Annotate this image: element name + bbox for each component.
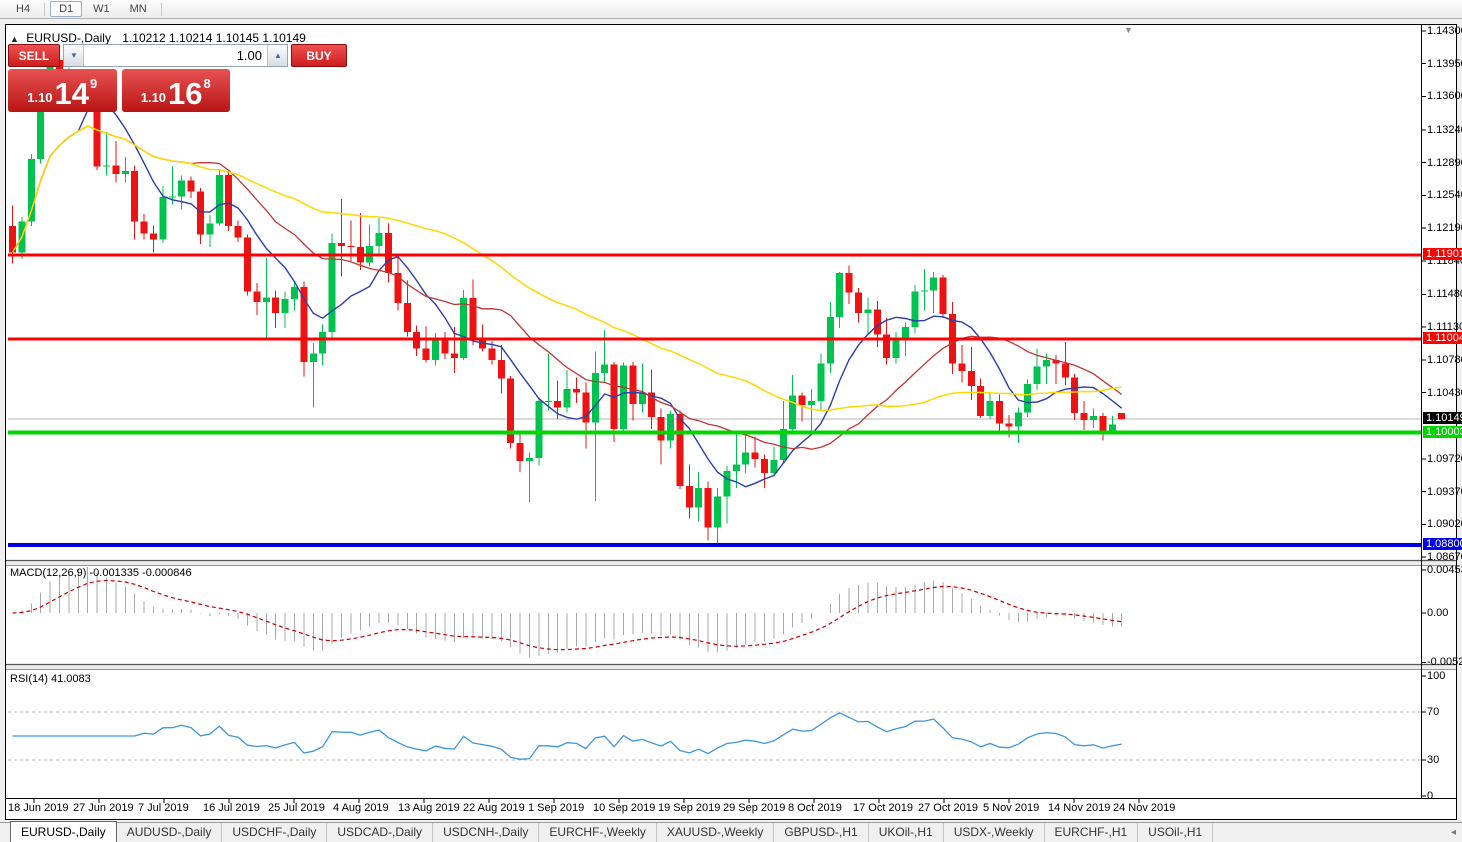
date-axis-label: 13 Aug 2019 — [398, 802, 460, 814]
one-click-trading-panel: SELL ▼ ▲ BUY 1.10 14 9 1.10 16 8 — [8, 44, 230, 112]
date-axis-label: 5 Nov 2019 — [983, 802, 1039, 814]
date-axis-label: 17 Oct 2019 — [853, 802, 913, 814]
price-marker-label: 1.10149 — [1423, 412, 1462, 424]
buy-button[interactable]: BUY — [291, 44, 347, 67]
price-axis-label: 1.09370 — [1427, 486, 1462, 498]
price-axis-label: 1.09020 — [1427, 518, 1462, 530]
date-axis-label: 22 Aug 2019 — [463, 802, 525, 814]
date-axis-label: 14 Nov 2019 — [1048, 802, 1110, 814]
chart-tab-audusd-daily[interactable]: AUDUSD-,Daily — [117, 823, 223, 842]
chart-tab-usdcnh-daily[interactable]: USDCNH-,Daily — [433, 823, 539, 842]
chart-shift-marker-icon[interactable]: ▼ — [1124, 25, 1133, 35]
date-axis-label: 16 Jul 2019 — [203, 802, 260, 814]
macd-axis-label: -0.005205 — [1427, 656, 1462, 668]
chart-tab-eurusd-daily[interactable]: EURUSD-,Daily — [10, 821, 117, 842]
date-axis-label: 27 Jun 2019 — [73, 802, 134, 814]
chart-window[interactable] — [5, 24, 1457, 820]
sell-price-box[interactable]: 1.10 14 9 — [8, 69, 117, 112]
price-axis-label: 1.13950 — [1427, 58, 1462, 70]
price-axis-label: 1.08670 — [1427, 551, 1462, 563]
price-marker-label: 1.11901 — [1423, 248, 1462, 260]
timeframe-button-w1[interactable]: W1 — [84, 1, 119, 17]
symbol-period-label: EURUSD-,Daily — [26, 31, 111, 45]
date-axis-label: 29 Sep 2019 — [723, 802, 785, 814]
timeframe-toolbar: H4 D1W1MN — [0, 0, 1462, 19]
price-axis-label: 1.09720 — [1427, 453, 1462, 465]
timeframe-button-h4[interactable]: H4 — [7, 1, 39, 17]
price-axis-label: 1.12890 — [1427, 157, 1462, 169]
price-marker-label: 1.08800 — [1423, 538, 1462, 550]
macd-axis-label: 0.00 — [1427, 607, 1448, 619]
macd-label: MACD(12,26,9) -0.001335 -0.000846 — [10, 567, 192, 579]
chart-tab-usoil-h1[interactable]: USOil-,H1 — [1138, 823, 1213, 842]
volume-stepper: ▼ ▲ — [63, 44, 288, 67]
sell-price-big: 14 — [55, 79, 89, 109]
date-axis-label: 10 Sep 2019 — [593, 802, 655, 814]
chart-tab-xauusd-weekly[interactable]: XAUUSD-,Weekly — [657, 823, 774, 842]
date-axis-label: 19 Sep 2019 — [658, 802, 720, 814]
date-axis-label: 25 Jul 2019 — [268, 802, 325, 814]
date-axis-label: 1 Sep 2019 — [528, 802, 584, 814]
chart-tab-bar: EURUSD-,DailyAUDUSD-,DailyUSDCHF-,DailyU… — [0, 822, 1462, 842]
price-axis-label: 1.12540 — [1427, 189, 1462, 201]
macd-axis-label: 0.004536 — [1427, 564, 1462, 576]
timeframe-button-mn[interactable]: MN — [121, 1, 156, 17]
price-axis-label: 1.12190 — [1427, 222, 1462, 234]
sell-button[interactable]: SELL — [8, 44, 60, 67]
chart-tab-usdcad-daily[interactable]: USDCAD-,Daily — [327, 823, 433, 842]
sell-price-prefix: 1.10 — [27, 90, 52, 105]
price-axis-label: 1.13240 — [1427, 124, 1462, 136]
timeframe-button-d1[interactable]: D1 — [50, 1, 82, 17]
chart-tab-usdx-weekly[interactable]: USDX-,Weekly — [944, 823, 1045, 842]
price-axis-label: 1.13600 — [1427, 90, 1462, 102]
date-axis-label: 7 Jul 2019 — [138, 802, 189, 814]
price-marker-label: 1.10003 — [1423, 426, 1462, 438]
volume-increase-icon[interactable]: ▲ — [267, 45, 287, 66]
chart-tab-gbpusd-h1[interactable]: GBPUSD-,H1 — [774, 823, 868, 842]
buy-price-big: 16 — [168, 79, 202, 109]
date-axis-label: 18 Jun 2019 — [8, 802, 69, 814]
ohlc-values: 1.10212 1.10214 1.10145 1.10149 — [122, 31, 306, 45]
buy-price-prefix: 1.10 — [141, 90, 166, 105]
date-axis-label: 24 Nov 2019 — [1113, 802, 1175, 814]
buy-price-sup: 8 — [204, 76, 211, 91]
date-axis-label: 27 Oct 2019 — [918, 802, 978, 814]
rsi-axis-label: 30 — [1427, 754, 1439, 766]
price-axis-label: 1.11480 — [1427, 288, 1462, 300]
chart-tab-ukoil-h1[interactable]: UKOil-,H1 — [869, 823, 944, 842]
rsi-axis-label: 70 — [1427, 706, 1439, 718]
rsi-label: RSI(14) 41.0083 — [10, 673, 91, 685]
buy-price-box[interactable]: 1.10 16 8 — [122, 69, 231, 112]
sell-price-sup: 9 — [90, 76, 97, 91]
tab-scroll-left-icon[interactable]: ◂ — [1451, 827, 1456, 838]
toolbar-separator — [161, 3, 162, 16]
rsi-axis-label: 100 — [1427, 670, 1445, 682]
collapse-panel-icon[interactable]: ▲ — [10, 34, 19, 44]
rsi-axis-label: 0 — [1427, 790, 1433, 802]
price-axis-label: 1.10430 — [1427, 387, 1462, 399]
chart-title: ▲ EURUSD-,Daily 1.10212 1.10214 1.10145 … — [10, 31, 306, 45]
price-axis-label: 1.10780 — [1427, 354, 1462, 366]
chart-tab-usdchf-daily[interactable]: USDCHF-,Daily — [222, 823, 327, 842]
price-axis-label: 1.14300 — [1427, 25, 1462, 37]
chart-tab-eurchf-h1[interactable]: EURCHF-,H1 — [1045, 823, 1139, 842]
price-marker-label: 1.11004 — [1423, 332, 1462, 344]
date-axis-label: 8 Oct 2019 — [788, 802, 842, 814]
date-axis-label: 4 Aug 2019 — [333, 802, 389, 814]
toolbar-separator — [44, 3, 45, 16]
volume-decrease-icon[interactable]: ▼ — [64, 45, 84, 66]
chart-tab-eurchf-weekly[interactable]: EURCHF-,Weekly — [539, 823, 656, 842]
volume-input[interactable] — [84, 45, 267, 66]
